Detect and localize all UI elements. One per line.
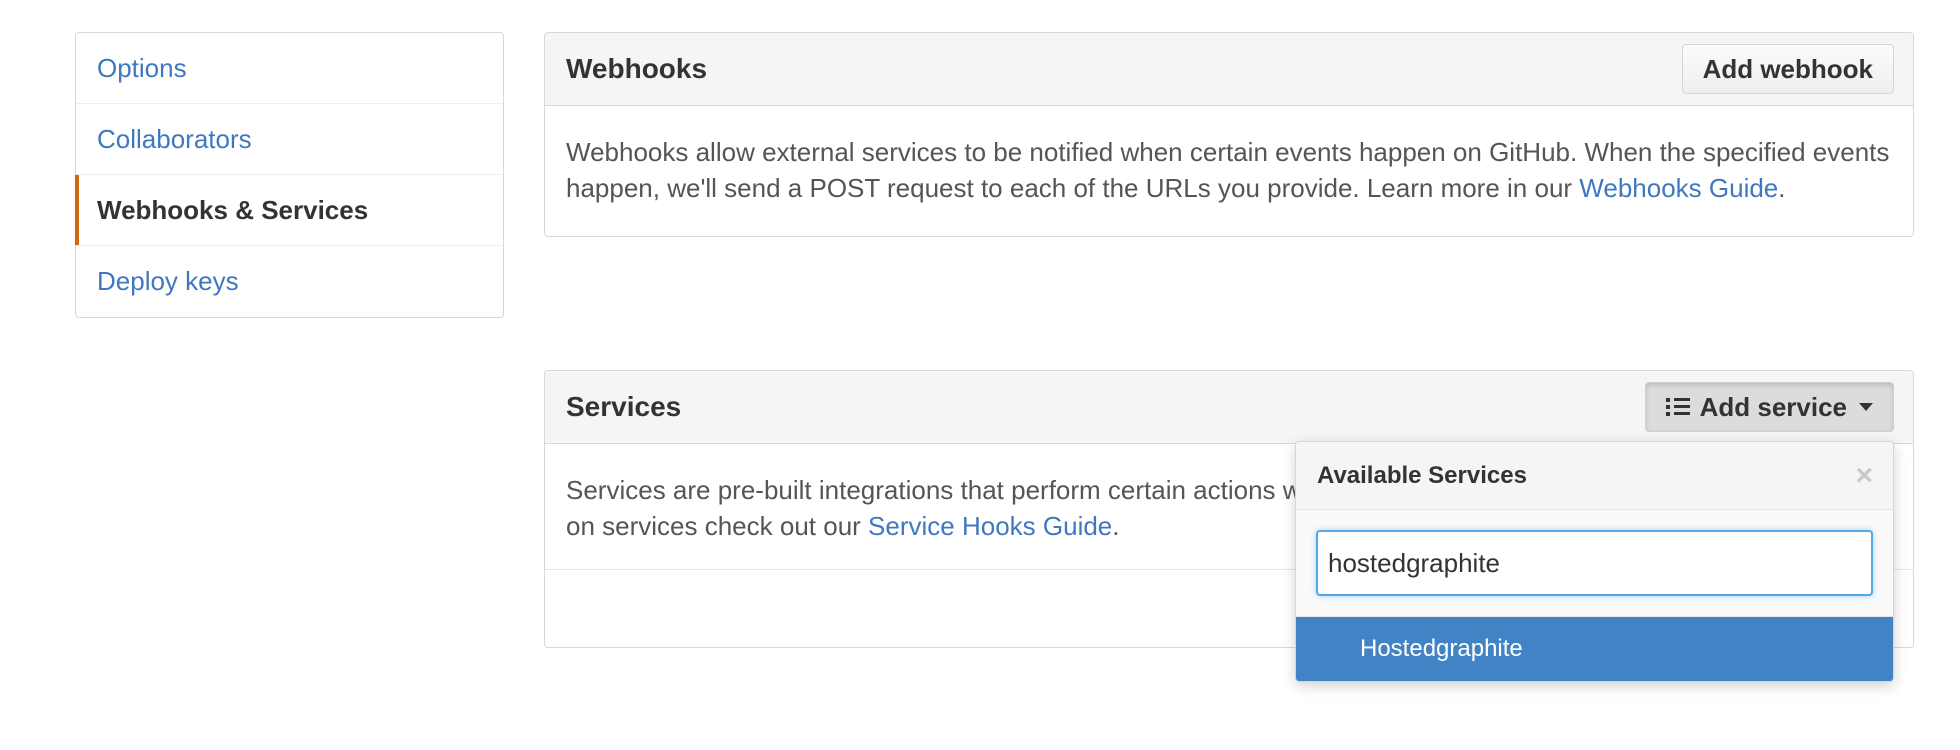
- settings-sidebar: Options Collaborators Webhooks & Service…: [75, 32, 504, 318]
- webhooks-title: Webhooks: [566, 53, 708, 84]
- dropdown-filter: [1296, 510, 1893, 617]
- available-services-dropdown: Available Services × Hostedgraphite: [1295, 441, 1894, 682]
- services-description-text-line2: on services check out our: [566, 511, 869, 541]
- webhooks-header: Webhooks Add webhook: [545, 33, 1913, 106]
- sidebar-item-label: Deploy keys: [97, 266, 239, 296]
- webhooks-description: Webhooks allow external services to be n…: [545, 106, 1913, 230]
- services-header: Services Add service: [545, 371, 1913, 444]
- services-description-text: Services are pre-built integrations that…: [566, 475, 1302, 505]
- close-icon[interactable]: ×: [1855, 460, 1873, 491]
- service-filter-input[interactable]: [1316, 530, 1873, 596]
- sidebar-item-collaborators[interactable]: Collaborators: [76, 104, 503, 175]
- services-title: Services: [566, 391, 682, 422]
- services-description-end: .: [1112, 511, 1120, 541]
- dropdown-title: Available Services: [1317, 461, 1527, 489]
- sidebar-item-options[interactable]: Options: [76, 33, 503, 104]
- service-hooks-guide-link[interactable]: Service Hooks Guide: [868, 511, 1112, 541]
- caret-down-icon: [1859, 403, 1873, 411]
- add-service-button[interactable]: Add service: [1644, 382, 1894, 432]
- sidebar-item-label: Webhooks & Services: [97, 194, 369, 225]
- dropdown-header: Available Services ×: [1296, 442, 1893, 510]
- webhooks-panel: Webhooks Add webhook Webhooks allow exte…: [544, 32, 1914, 237]
- sidebar-item-label: Options: [97, 52, 187, 83]
- list-icon: [1665, 397, 1690, 417]
- sidebar-item-deploy-keys[interactable]: Deploy keys: [76, 246, 503, 317]
- add-webhook-button[interactable]: Add webhook: [1681, 44, 1894, 94]
- service-result-item[interactable]: Hostedgraphite: [1296, 617, 1893, 681]
- webhooks-description-end: .: [1778, 173, 1786, 203]
- add-service-label: Add service: [1699, 391, 1847, 422]
- sidebar-item-webhooks-services[interactable]: Webhooks & Services: [75, 175, 503, 246]
- webhooks-guide-link[interactable]: Webhooks Guide: [1579, 173, 1778, 203]
- service-result-label: Hostedgraphite: [1360, 635, 1523, 662]
- sidebar-item-label: Collaborators: [97, 123, 252, 154]
